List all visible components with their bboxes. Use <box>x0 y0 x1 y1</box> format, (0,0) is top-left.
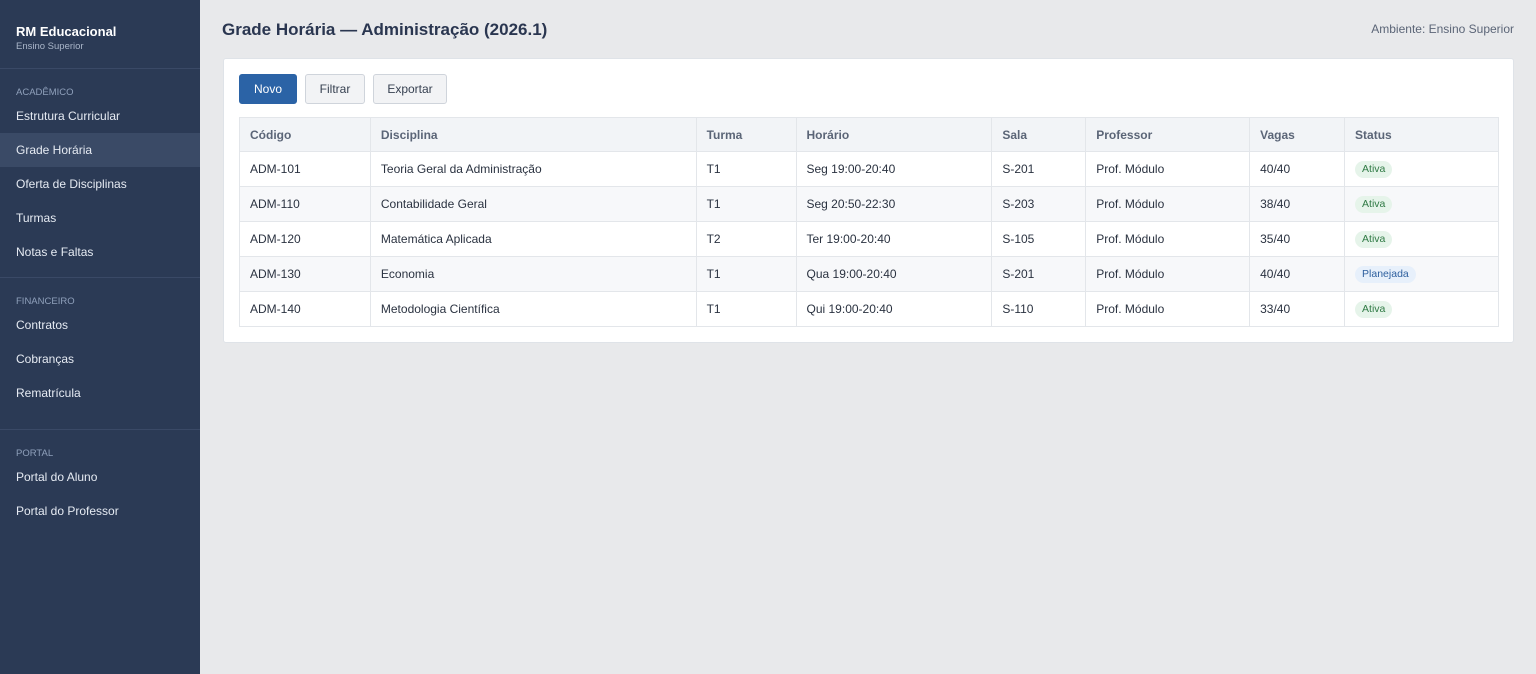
table-row[interactable]: ADM-140 Metodologia Científica T1 Qui 19… <box>239 291 1499 327</box>
column-header-professor[interactable]: Professor <box>1085 117 1251 152</box>
cell-horario: Qui 19:00-20:40 <box>795 291 993 327</box>
column-header-horario[interactable]: Horário <box>795 117 993 152</box>
status-badge: Ativa <box>1355 160 1393 178</box>
status-badge: Ativa <box>1355 300 1393 318</box>
cell-horario: Seg 20:50-22:30 <box>795 186 993 222</box>
cell-turma: T1 <box>695 256 797 292</box>
sidebar-item-notas-faltas[interactable]: Notas e Faltas <box>0 235 200 269</box>
sidebar-section-financeiro: FINANCEIRO Contratos Cobranças Rematrícu… <box>0 278 200 430</box>
table-row[interactable]: ADM-130 Economia T1 Qua 19:00-20:40 S-20… <box>239 256 1499 292</box>
schedule-table: Código Disciplina Turma Horário Sala Pro… <box>239 117 1499 327</box>
column-header-sala[interactable]: Sala <box>991 117 1087 152</box>
cell-disciplina: Metodologia Científica <box>369 291 697 327</box>
sidebar-section-label: ACADÊMICO <box>16 87 74 98</box>
cell-vagas: 38/40 <box>1249 186 1346 222</box>
sidebar-item-portal-professor[interactable]: Portal do Professor <box>0 494 200 528</box>
cell-turma: T1 <box>695 186 797 222</box>
sidebar-item-estrutura-curricular[interactable]: Estrutura Curricular <box>0 99 200 133</box>
cell-codigo: ADM-120 <box>239 221 371 257</box>
sidebar-item-oferta-disciplinas[interactable]: Oferta de Disciplinas <box>0 167 200 201</box>
cell-sala: S-203 <box>991 186 1087 222</box>
cell-status: Planejada <box>1344 256 1499 292</box>
cell-codigo: ADM-130 <box>239 256 371 292</box>
cell-status: Ativa <box>1344 186 1499 222</box>
cell-codigo: ADM-101 <box>239 151 371 187</box>
cell-disciplina: Economia <box>369 256 697 292</box>
cell-turma: T1 <box>695 151 797 187</box>
filter-button[interactable]: Filtrar <box>305 74 365 104</box>
column-header-disciplina[interactable]: Disciplina <box>369 117 697 152</box>
sidebar-section-label: FINANCEIRO <box>16 296 75 307</box>
column-header-turma[interactable]: Turma <box>695 117 797 152</box>
column-header-vagas[interactable]: Vagas <box>1249 117 1346 152</box>
column-header-codigo[interactable]: Código <box>239 117 371 152</box>
cell-professor: Prof. Módulo <box>1085 256 1251 292</box>
sidebar-item-turmas[interactable]: Turmas <box>0 201 200 235</box>
table-header-row: Código Disciplina Turma Horário Sala Pro… <box>239 117 1499 152</box>
sidebar-section-portal: PORTAL Portal do Aluno Portal do Profess… <box>0 430 200 528</box>
column-header-status[interactable]: Status <box>1344 117 1499 152</box>
export-button[interactable]: Exportar <box>373 74 447 104</box>
main-content: Grade Horária — Administração (2026.1) A… <box>200 0 1536 674</box>
status-badge: Ativa <box>1355 230 1393 248</box>
sidebar-item-cobrancas[interactable]: Cobranças <box>0 342 200 376</box>
cell-turma: T2 <box>695 221 797 257</box>
new-button[interactable]: Novo <box>239 74 297 104</box>
cell-sala: S-201 <box>991 151 1087 187</box>
environment-label: Ambiente: Ensino Superior <box>1371 22 1514 36</box>
sidebar-item-portal-aluno[interactable]: Portal do Aluno <box>0 460 200 494</box>
cell-horario: Ter 19:00-20:40 <box>795 221 993 257</box>
cell-status: Ativa <box>1344 151 1499 187</box>
table-row[interactable]: ADM-120 Matemática Aplicada T2 Ter 19:00… <box>239 221 1499 257</box>
cell-status: Ativa <box>1344 221 1499 257</box>
cell-codigo: ADM-140 <box>239 291 371 327</box>
cell-turma: T1 <box>695 291 797 327</box>
app-subtitle: Ensino Superior <box>16 41 84 52</box>
cell-vagas: 40/40 <box>1249 256 1346 292</box>
cell-professor: Prof. Módulo <box>1085 186 1251 222</box>
page-title: Grade Horária — Administração (2026.1) <box>222 20 548 39</box>
cell-vagas: 35/40 <box>1249 221 1346 257</box>
cell-disciplina: Teoria Geral da Administração <box>369 151 697 187</box>
cell-horario: Qua 19:00-20:40 <box>795 256 993 292</box>
cell-disciplina: Contabilidade Geral <box>369 186 697 222</box>
cell-sala: S-105 <box>991 221 1087 257</box>
cell-professor: Prof. Módulo <box>1085 151 1251 187</box>
sidebar: RM Educacional Ensino Superior ACADÊMICO… <box>0 0 200 674</box>
cell-professor: Prof. Módulo <box>1085 291 1251 327</box>
cell-sala: S-201 <box>991 256 1087 292</box>
cell-disciplina: Matemática Aplicada <box>369 221 697 257</box>
cell-professor: Prof. Módulo <box>1085 221 1251 257</box>
cell-vagas: 40/40 <box>1249 151 1346 187</box>
sidebar-item-rematricula[interactable]: Rematrícula <box>0 376 200 410</box>
sidebar-item-contratos[interactable]: Contratos <box>0 308 200 342</box>
status-badge: Ativa <box>1355 195 1393 213</box>
cell-codigo: ADM-110 <box>239 186 371 222</box>
app-name: RM Educacional <box>16 24 117 39</box>
cell-sala: S-110 <box>991 291 1087 327</box>
status-badge: Planejada <box>1355 265 1416 283</box>
sidebar-item-grade-horaria[interactable]: Grade Horária <box>0 133 200 167</box>
table-row[interactable]: ADM-101 Teoria Geral da Administração T1… <box>239 151 1499 187</box>
sidebar-section-label: PORTAL <box>16 448 54 459</box>
table-row[interactable]: ADM-110 Contabilidade Geral T1 Seg 20:50… <box>239 186 1499 222</box>
cell-horario: Seg 19:00-20:40 <box>795 151 993 187</box>
cell-vagas: 33/40 <box>1249 291 1346 327</box>
sidebar-section-academico: ACADÊMICO Estrutura Curricular Grade Hor… <box>0 69 200 278</box>
brand: RM Educacional Ensino Superior <box>0 0 200 69</box>
cell-status: Ativa <box>1344 291 1499 327</box>
schedule-card: Novo Filtrar Exportar Código Disciplina … <box>223 58 1514 343</box>
